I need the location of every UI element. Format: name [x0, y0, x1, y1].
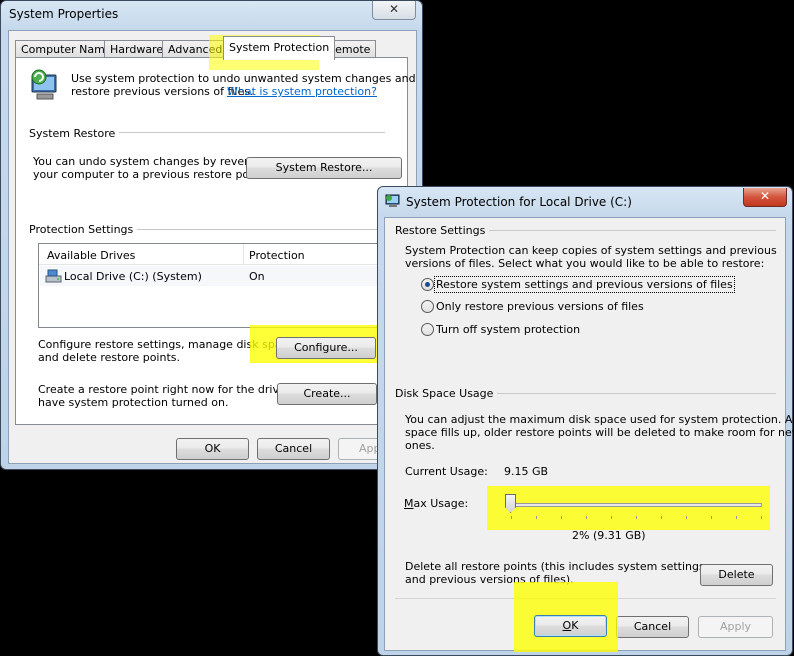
close-button[interactable]: ✕ [372, 1, 416, 20]
column-available-drives[interactable]: Available Drives [47, 249, 135, 262]
restore-settings-heading: Restore Settings [395, 224, 490, 237]
tab-system-protection[interactable]: System Protection [223, 36, 336, 60]
slider-tick [686, 516, 687, 519]
slider-tick [711, 516, 712, 519]
slider-tick [736, 516, 737, 519]
radio-turn-off-label[interactable]: Turn off system protection [436, 323, 580, 336]
max-usage-value: 2% (9.31 GB) [572, 529, 646, 542]
what-is-system-protection-link[interactable]: What is system protection? [227, 85, 377, 98]
slider-tick [761, 516, 762, 519]
disk-space-text-line3: ones. [405, 439, 435, 452]
radio-restore-all[interactable] [421, 278, 434, 291]
max-usage-label: Max Usage: [404, 497, 469, 510]
system-restore-text-line2: your computer to a previous restore poin… [33, 168, 267, 181]
slider-tick [536, 516, 537, 519]
delete-text-line1: Delete all restore points (this includes… [405, 560, 705, 573]
dialog-ok-button[interactable]: OK [534, 615, 607, 637]
slider-tick [636, 516, 637, 519]
configure-text-line2: and delete restore points. [38, 351, 180, 364]
column-separator [243, 244, 244, 265]
drive-name: Local Drive (C:) (System) [64, 270, 202, 283]
create-button[interactable]: Create... [277, 383, 377, 405]
slider-tick [661, 516, 662, 519]
hard-drive-icon [45, 269, 62, 283]
disk-space-text-line2: space fills up, older restore points wil… [405, 426, 794, 439]
protection-settings-heading: Protection Settings [29, 223, 138, 236]
restore-settings-text-line2: versions of files. Select what you would… [405, 257, 765, 270]
drives-list-header: Available Drives Protection [39, 244, 402, 265]
tab-page [15, 57, 408, 425]
highlight-max-usage [487, 486, 770, 530]
system-restore-heading: System Restore [29, 127, 120, 140]
max-usage-slider-track[interactable] [510, 503, 762, 507]
configure-button[interactable]: Configure... [276, 337, 376, 359]
delete-button[interactable]: Delete [700, 564, 773, 586]
disk-space-divider [482, 393, 776, 394]
system-restore-button[interactable]: System Restore... [246, 157, 402, 179]
drive-row[interactable]: Local Drive (C:) (System) On [40, 266, 401, 286]
current-usage-label: Current Usage: [405, 465, 488, 478]
current-usage-value: 9.15 GB [504, 465, 549, 478]
dialog-title: System Protection for Local Drive (C:) [406, 195, 632, 209]
radio-restore-files-only-label[interactable]: Only restore previous versions of files [436, 300, 644, 313]
slider-tick [561, 516, 562, 519]
disk-space-heading: Disk Space Usage [395, 387, 498, 400]
slider-tick [611, 516, 612, 519]
restore-settings-divider [480, 230, 776, 231]
slider-tick [586, 516, 587, 519]
system-protection-icon [31, 69, 57, 100]
system-restore-text-line1: You can undo system changes by reverting [33, 155, 270, 168]
window-title: System Properties [9, 7, 119, 21]
column-protection[interactable]: Protection [249, 249, 305, 262]
create-text-line2: have system protection turned on. [38, 396, 229, 409]
protection-settings-divider [121, 229, 385, 230]
radio-restore-files-only[interactable] [421, 300, 434, 313]
intro-text-line1: Use system protection to undo unwanted s… [71, 72, 416, 85]
radio-turn-off[interactable] [421, 323, 434, 336]
system-restore-divider [105, 132, 385, 133]
create-text-line1: Create a restore point right now for the… [38, 383, 318, 396]
slider-tick [511, 516, 512, 519]
dialog-cancel-button[interactable]: Cancel [616, 616, 689, 638]
dialog-apply-button[interactable]: Apply [698, 616, 773, 638]
disk-space-text-line1: You can adjust the maximum disk space us… [405, 413, 794, 426]
radio-restore-all-label[interactable]: Restore system settings and previous ver… [434, 276, 735, 293]
ok-button[interactable]: OK [176, 438, 249, 460]
drives-list[interactable]: Available Drives Protection Local Drive … [38, 243, 403, 328]
close-button[interactable]: ✕ [743, 188, 787, 207]
system-properties-window: System Properties ✕ Computer Name Hardwa… [0, 0, 423, 470]
drive-protection-status: On [249, 270, 265, 283]
cancel-button[interactable]: Cancel [257, 438, 330, 460]
restore-settings-text-line1: System Protection can keep copies of sys… [405, 244, 777, 257]
system-protection-title-icon [385, 194, 400, 207]
